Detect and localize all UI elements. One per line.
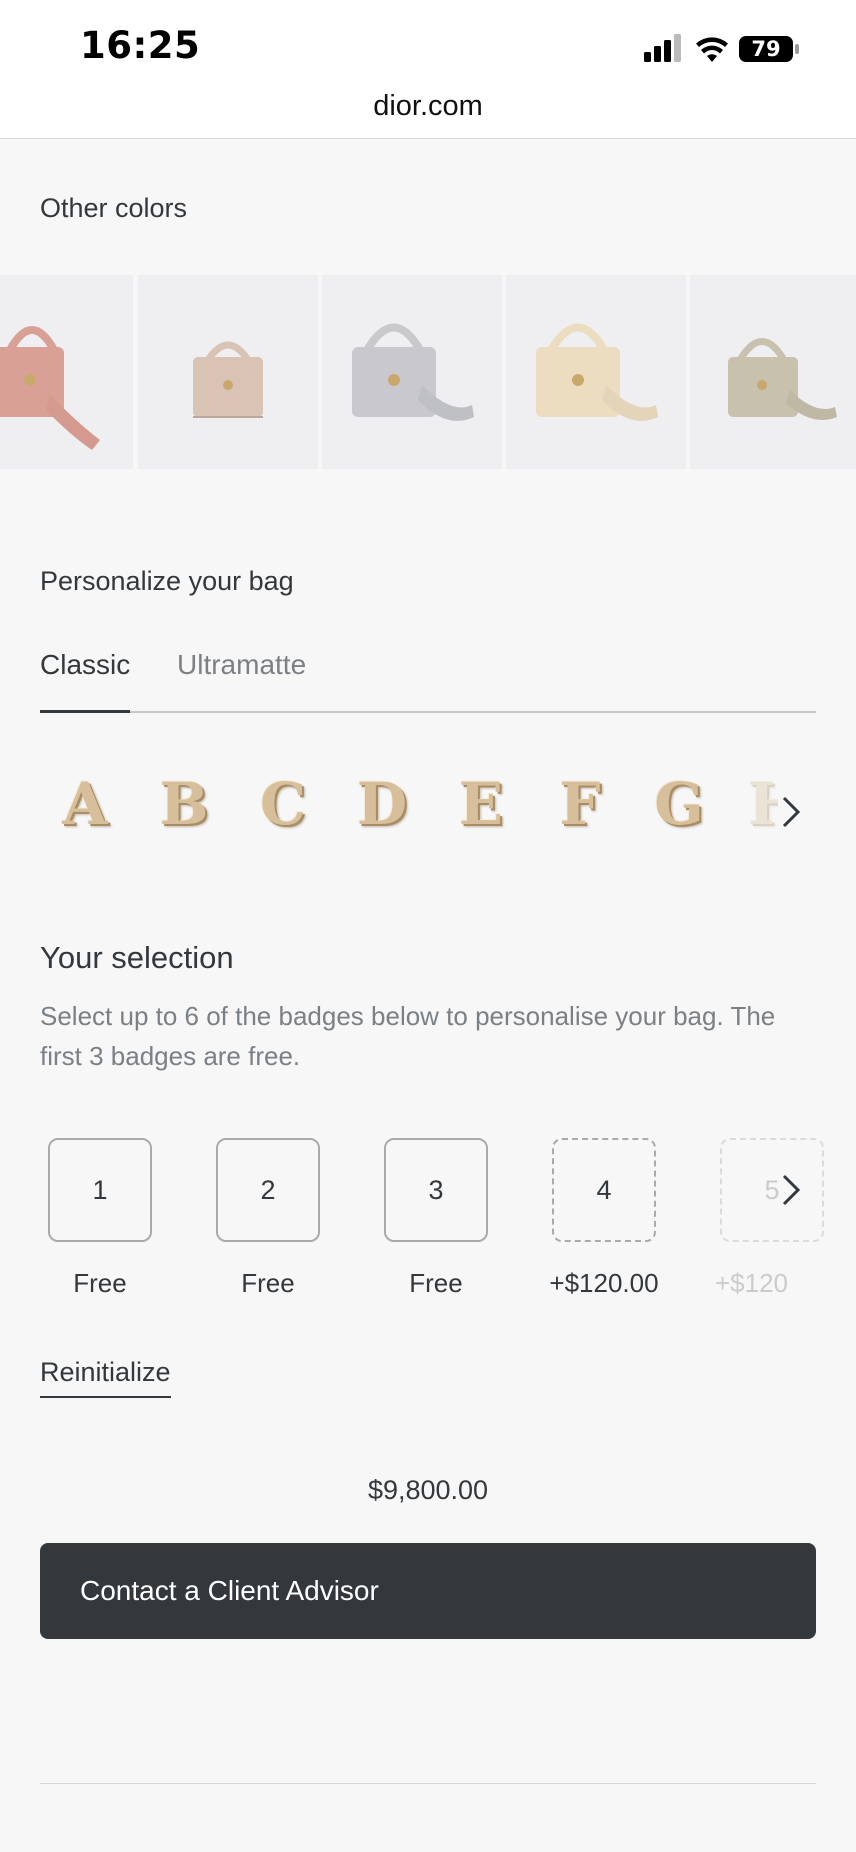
badge-slots: 1 Free 2 Free 3 Free 4 +$120.00 5 +$120 [0, 1138, 856, 1298]
letter-badge-c[interactable]: C [253, 770, 313, 838]
badge-slot-3[interactable]: 3 [384, 1138, 488, 1242]
selection-description: Select up to 6 of the badges below to pe… [40, 1001, 776, 1071]
contact-advisor-label: Contact a Client Advisor [80, 1575, 379, 1606]
battery-level: 79 [751, 37, 781, 61]
letter-badge-b[interactable]: B [154, 770, 214, 838]
contact-advisor-button[interactable]: Contact a Client Advisor [40, 1543, 816, 1639]
status-icons: 79 [644, 32, 804, 66]
bag-taupe-image [728, 338, 837, 420]
tabs-divider [40, 711, 816, 713]
bag-nude-image [193, 341, 263, 418]
badge-price-3: Free [409, 1268, 463, 1298]
reinitialize-link[interactable]: Reinitialize [40, 1357, 171, 1398]
badge-slot-2[interactable]: 2 [216, 1138, 320, 1242]
status-time: 16:25 [80, 24, 201, 67]
swatch-cream[interactable] [506, 275, 686, 469]
tab-active-indicator [40, 710, 130, 713]
badge-slot-1[interactable]: 1 [48, 1138, 152, 1242]
swatch-taupe[interactable] [690, 275, 856, 469]
tab-classic[interactable]: Classic [40, 649, 130, 681]
color-swatch-carousel[interactable] [0, 275, 856, 469]
product-price: $9,800.00 [367, 1475, 489, 1505]
badge-slot-5[interactable]: 5 [720, 1138, 824, 1242]
url-text[interactable]: dior.com [0, 90, 856, 123]
badge-price-4: +$120.00 [549, 1268, 659, 1298]
material-tabs: Classic Ultramatte [40, 645, 816, 713]
badge-price-2: Free [241, 1268, 295, 1298]
badge-price-1: Free [73, 1268, 127, 1298]
letter-badge-a[interactable]: A [55, 770, 115, 838]
swatch-nude[interactable] [138, 275, 318, 469]
bag-cream-image [536, 323, 658, 421]
letter-badge-d[interactable]: D [352, 770, 412, 838]
personalize-title: Personalize your bag [40, 566, 294, 596]
chevron-right-icon[interactable] [778, 792, 806, 832]
url-bar[interactable]: dior.com [0, 82, 856, 139]
letter-badge-h[interactable]: H [748, 770, 778, 838]
footer-divider [40, 1783, 816, 1784]
letter-badge-f[interactable]: F [550, 770, 610, 838]
wifi-icon [696, 37, 728, 62]
letter-badge-g[interactable]: G [649, 770, 709, 838]
other-colors-title: Other colors [40, 193, 188, 223]
swatch-grey[interactable] [322, 275, 502, 469]
chevron-right-icon[interactable] [778, 1170, 806, 1210]
status-bar: 16:25 79 [0, 0, 856, 90]
badge-price-5: +$120 [714, 1268, 788, 1298]
signal-icon [644, 34, 681, 62]
tab-ultramatte[interactable]: Ultramatte [177, 649, 306, 681]
bag-pink-image [0, 326, 100, 450]
badge-slot-4[interactable]: 4 [552, 1138, 656, 1242]
letter-badge-e[interactable]: E [451, 770, 511, 838]
selection-title: Your selection [40, 940, 234, 975]
bag-grey-image [352, 323, 474, 421]
swatch-pink[interactable] [0, 275, 133, 469]
letter-badge-carousel: A B C D E F G H [40, 770, 820, 855]
